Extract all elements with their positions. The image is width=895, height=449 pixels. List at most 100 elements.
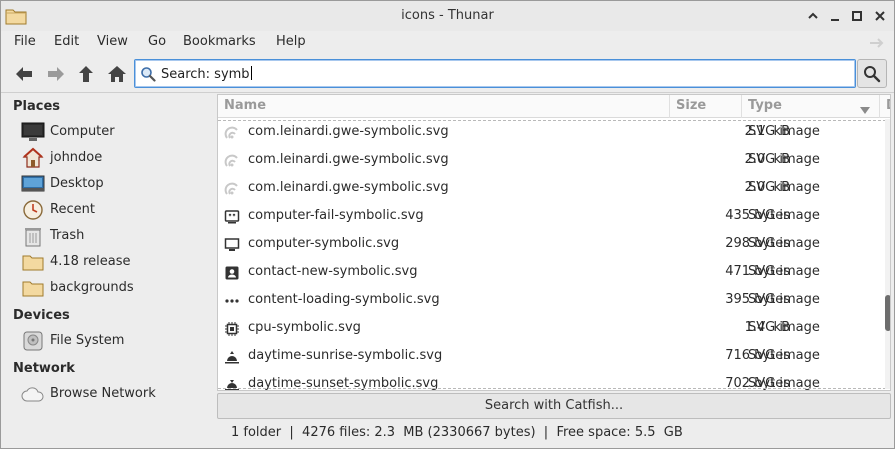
file-row[interactable]: content-loading-symbolic.svg 395 bytes SVG… bbox=[218, 287, 890, 315]
sidebar-item-browse-network[interactable]: Browse Network bbox=[2, 382, 215, 408]
file-name: computer-symbolic.svg bbox=[248, 236, 400, 251]
sidebar-header-devices: Devices bbox=[13, 308, 70, 323]
sidebar: Places Computer johndoe Desktop Recent T… bbox=[2, 94, 215, 448]
sidebar-item-file-system[interactable]: File System bbox=[2, 329, 215, 355]
monitor-icon bbox=[224, 237, 240, 253]
sidebar-item-4-18-release[interactable]: 4.18 release bbox=[2, 250, 215, 276]
sidebar-item-desktop[interactable]: Desktop bbox=[2, 172, 215, 198]
file-name: com.leinardi.gwe-symbolic.svg bbox=[248, 180, 449, 195]
file-name: computer-fail-symbolic.svg bbox=[248, 208, 424, 223]
search-input[interactable]: Search: symb bbox=[134, 59, 856, 88]
title-bar: icons - Thunar bbox=[1, 1, 894, 31]
file-type: SVG image bbox=[748, 292, 820, 307]
sidebar-item-label: Trash bbox=[50, 228, 85, 243]
file-row[interactable]: com.leinardi.gwe-symbolic.svg 2.0 kB SVG i… bbox=[218, 147, 890, 175]
sunrise-icon bbox=[224, 349, 240, 365]
file-type: SVG image bbox=[748, 180, 820, 195]
status-bar-text: 1 folder | 4276 files: 2.3 MB (2330667 b… bbox=[231, 425, 683, 440]
cpu-icon bbox=[224, 321, 240, 337]
column-header-name[interactable]: Name bbox=[224, 98, 266, 113]
back-icon[interactable] bbox=[12, 63, 36, 85]
sidebar-header-network: Network bbox=[13, 361, 75, 376]
file-list-view[interactable]: Name Size Type D com.leinardi.gwe-symbol… bbox=[217, 94, 891, 391]
file-type: SVG image bbox=[748, 152, 820, 167]
menu-view[interactable]: View bbox=[97, 34, 128, 49]
up-icon[interactable] bbox=[74, 63, 98, 85]
menu-edit[interactable]: Edit bbox=[54, 34, 79, 49]
file-row[interactable]: com.leinardi.gwe-symbolic.svg 2.0 kB SVG i… bbox=[218, 175, 890, 203]
search-with-catfish-button[interactable]: Search with Catfish... bbox=[217, 393, 891, 419]
folder-icon bbox=[21, 277, 45, 299]
scrollbar-thumb[interactable] bbox=[885, 295, 890, 331]
home-folder-icon bbox=[21, 147, 45, 169]
computer-fail-icon bbox=[224, 209, 240, 225]
search-text: Search: symb bbox=[161, 67, 250, 82]
file-name: com.leinardi.gwe-symbolic.svg bbox=[248, 124, 449, 139]
sidebar-item-label: File System bbox=[50, 333, 125, 348]
file-type: SVG image bbox=[748, 320, 820, 335]
trash-icon bbox=[21, 225, 45, 247]
file-type: SVG image bbox=[748, 124, 820, 139]
sidebar-item-recent[interactable]: Recent bbox=[2, 198, 215, 224]
sidebar-item-computer[interactable]: Computer bbox=[2, 120, 215, 146]
text-caret bbox=[250, 66, 252, 80]
column-header-bar: Name Size Type D bbox=[218, 95, 890, 118]
forward-icon[interactable] bbox=[44, 63, 68, 85]
search-button[interactable] bbox=[857, 59, 887, 88]
dots-icon bbox=[224, 293, 240, 309]
column-separator[interactable] bbox=[669, 95, 670, 118]
gwe-icon bbox=[224, 153, 240, 169]
minimize-icon[interactable] bbox=[827, 8, 843, 24]
file-row[interactable]: com.leinardi.gwe-symbolic.svg 2.1 kB SVG i… bbox=[218, 119, 890, 147]
recent-icon bbox=[21, 199, 45, 221]
file-row[interactable]: computer-symbolic.svg298 bytesSVG image1 bbox=[218, 231, 890, 259]
drive-icon bbox=[21, 330, 45, 352]
close-icon[interactable] bbox=[872, 8, 888, 24]
file-row[interactable]: cpu-symbolic.svg1.4 kBSVG image1 bbox=[218, 315, 890, 343]
column-header-size[interactable]: Size bbox=[676, 98, 706, 113]
sidebar-item-backgrounds[interactable]: backgrounds bbox=[2, 276, 215, 302]
menu-go[interactable]: Go bbox=[148, 34, 166, 49]
computer-icon bbox=[21, 121, 45, 143]
activity-icon bbox=[868, 37, 884, 49]
thunar-window: icons - Thunar File Edit View Go Bookmar… bbox=[0, 0, 895, 449]
home-icon[interactable] bbox=[105, 63, 129, 85]
sidebar-item-label: Browse Network bbox=[50, 386, 156, 401]
column-separator[interactable] bbox=[879, 95, 880, 118]
file-name: com.leinardi.gwe-symbolic.svg bbox=[248, 152, 449, 167]
file-name: cpu-symbolic.svg bbox=[248, 320, 361, 335]
file-type: SVG image bbox=[748, 236, 820, 251]
toolbar: Search: symb bbox=[1, 55, 894, 93]
column-header-date[interactable]: D bbox=[886, 98, 890, 113]
menu-bookmarks[interactable]: Bookmarks bbox=[183, 34, 256, 49]
file-type: SVG image bbox=[748, 348, 820, 363]
sidebar-item-label: 4.18 release bbox=[50, 254, 131, 269]
window-title: icons - Thunar bbox=[401, 8, 494, 23]
column-separator[interactable] bbox=[741, 95, 742, 118]
gwe-icon bbox=[224, 181, 240, 197]
file-row[interactable]: computer-fail-symbolic.svg 435 bytes SVG i… bbox=[218, 203, 890, 231]
column-header-type[interactable]: Type bbox=[748, 98, 782, 113]
file-row[interactable]: contact-new-symbolic.svg 471 bytes SVG ima… bbox=[218, 259, 890, 287]
file-name: content-loading-symbolic.svg bbox=[248, 292, 440, 307]
sidebar-item-label: Desktop bbox=[50, 176, 104, 191]
folder-icon bbox=[21, 251, 45, 273]
file-row[interactable]: daytime-sunrise-symbolic.svg 716 bytes SVG… bbox=[218, 343, 890, 371]
menu-file[interactable]: File bbox=[14, 34, 36, 49]
file-type: SVG image bbox=[748, 208, 820, 223]
sidebar-item-label: johndoe bbox=[50, 150, 103, 165]
sort-descending-icon bbox=[860, 103, 870, 118]
magnifier-icon bbox=[864, 65, 881, 82]
cloud-icon bbox=[21, 383, 45, 405]
menu-bar: File Edit View Go Bookmarks Help bbox=[1, 31, 894, 55]
file-name: contact-new-symbolic.svg bbox=[248, 264, 418, 279]
menu-help[interactable]: Help bbox=[276, 34, 306, 49]
sidebar-item-label: backgrounds bbox=[50, 280, 134, 295]
maximize-icon[interactable] bbox=[849, 8, 865, 24]
search-icon bbox=[140, 66, 156, 82]
sidebar-item-trash[interactable]: Trash bbox=[2, 224, 215, 250]
window-up-icon[interactable] bbox=[805, 8, 821, 24]
sidebar-item-johndoe[interactable]: johndoe bbox=[2, 146, 215, 172]
vertical-scrollbar[interactable] bbox=[885, 119, 890, 389]
sidebar-header-places: Places bbox=[13, 99, 61, 114]
